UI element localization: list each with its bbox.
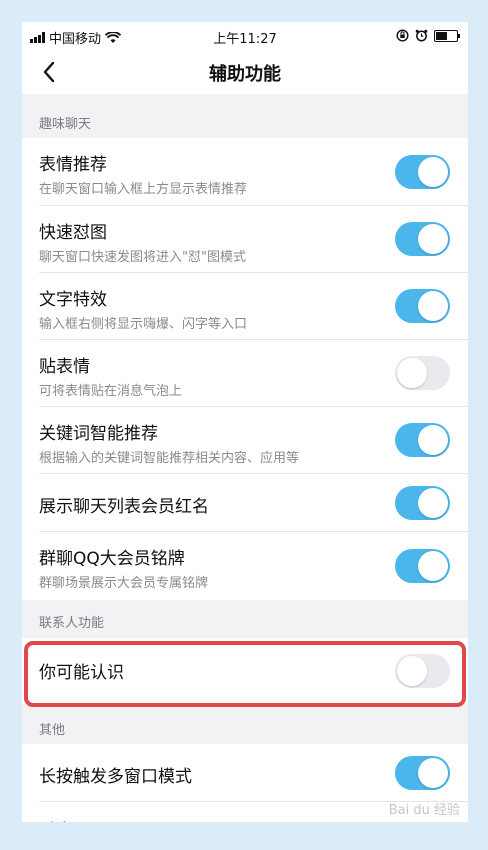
toggle-long-press[interactable] xyxy=(395,756,450,790)
setting-title: 文字特效 xyxy=(39,290,107,310)
setting-row-long-press: 长按触发多窗口模式 xyxy=(22,744,468,802)
alarm-icon xyxy=(415,29,428,42)
setting-subtitle: 输入框右侧将显示嗨爆、闪字等入口 xyxy=(39,317,248,332)
setting-row-keyword-recommend: 关键词智能推荐 根据输入的关键词智能推荐相关内容、应用等 xyxy=(22,407,468,474)
battery-icon xyxy=(434,29,460,42)
toggle-keyword-recommend[interactable] xyxy=(395,423,450,457)
setting-subtitle: 在聊天窗口输入框上方显示表情推荐 xyxy=(39,182,248,197)
setting-row-quick-dou: 快速怼图 聊天窗口快速发图将进入"怼"图模式 xyxy=(22,206,468,273)
setting-subtitle: 可将表情贴在消息气泡上 xyxy=(39,384,183,399)
toggle-sticker[interactable] xyxy=(395,356,450,390)
setting-title: 表情推荐 xyxy=(39,155,107,175)
highlight-box xyxy=(24,641,466,707)
setting-row-sticker: 贴表情 可将表情贴在消息气泡上 xyxy=(22,340,468,407)
setting-subtitle: 群聊场景展示大会员专属铭牌 xyxy=(39,576,209,591)
toggle-text-effect[interactable] xyxy=(395,289,450,323)
section-header-other: 其他 xyxy=(22,707,468,745)
setting-title: 展示聊天列表会员红名 xyxy=(39,497,209,517)
section-header-fun-chat: 趣味聊天 xyxy=(22,101,468,139)
watermark-logo: Bai du 经验 xyxy=(388,803,460,818)
rotation-lock-icon xyxy=(396,29,409,42)
setting-title: 重点 xyxy=(39,816,73,822)
setting-row-group-badge: 群聊QQ大会员铭牌 群聊场景展示大会员专属铭牌 xyxy=(22,532,468,600)
status-bar: 中国移动 上午11:27 xyxy=(22,22,468,50)
setting-subtitle: 聊天窗口快速发图将进入"怼"图模式 xyxy=(39,250,246,265)
setting-row-text-effect: 文字特效 输入框右侧将显示嗨爆、闪字等入口 xyxy=(22,273,468,340)
setting-title: 关键词智能推荐 xyxy=(39,424,158,444)
setting-title: 长按触发多窗口模式 xyxy=(39,767,192,787)
nav-bar: 辅助功能 xyxy=(22,50,468,94)
toggle-emoji-recommend[interactable] xyxy=(395,155,450,189)
setting-title: 贴表情 xyxy=(39,357,90,377)
toggle-group-badge[interactable] xyxy=(395,549,450,583)
page-title: 辅助功能 xyxy=(209,64,281,85)
setting-subtitle: 根据输入的关键词智能推荐相关内容、应用等 xyxy=(39,451,300,466)
setting-title: 快速怼图 xyxy=(39,223,107,243)
setting-row-vip-redname: 展示聊天列表会员红名 xyxy=(22,474,468,532)
phone-screen: 中国移动 上午11:27 辅助功能 趣味聊天 表情推荐 在聊天窗口输入框上方显示… xyxy=(22,22,468,822)
toggle-quick-dou[interactable] xyxy=(395,222,450,256)
setting-title: 群聊QQ大会员铭牌 xyxy=(39,549,185,569)
toggle-vip-redname[interactable] xyxy=(395,486,450,520)
section-header-contacts: 联系人功能 xyxy=(22,600,468,638)
setting-row-emoji-recommend: 表情推荐 在聊天窗口输入框上方显示表情推荐 xyxy=(22,138,468,206)
